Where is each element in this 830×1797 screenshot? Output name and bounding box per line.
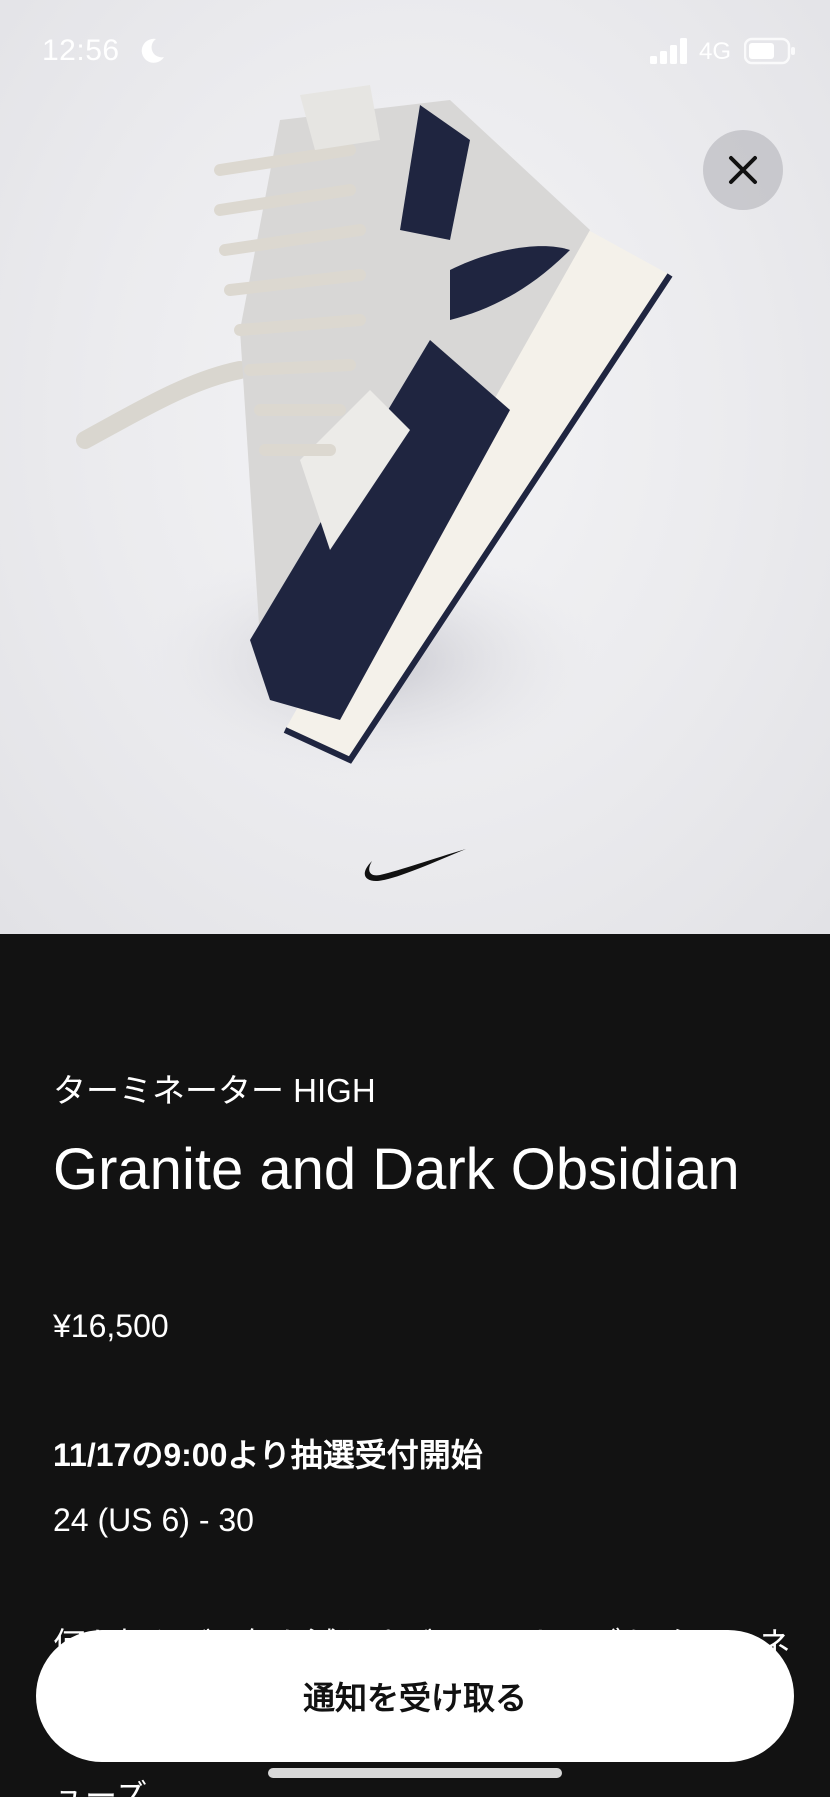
product-price: ¥16,500 [53, 1308, 169, 1344]
size-range: 24 (US 6) - 30 [53, 1502, 254, 1538]
battery-icon [744, 37, 795, 65]
product-title: Granite and Dark Obsidian [53, 1137, 740, 1202]
status-time: 12:56 [42, 34, 120, 67]
swoosh-logo [364, 849, 466, 881]
close-button[interactable] [703, 130, 783, 210]
product-subtitle: ターミネーター HIGH [53, 1072, 376, 1109]
status-bar: 12:56 4G [0, 0, 830, 104]
home-indicator[interactable] [268, 1768, 562, 1778]
moon-icon [141, 38, 164, 63]
launch-info: 11/17の9:00より抽選受付開始 [53, 1437, 483, 1473]
network-label: 4G [699, 38, 732, 65]
sneaker-image [76, 85, 673, 780]
signal-icon [650, 38, 687, 64]
notify-button[interactable]: 通知を受け取る [36, 1630, 794, 1762]
product-hero: 12:56 4G [0, 0, 830, 934]
close-icon [729, 156, 757, 184]
